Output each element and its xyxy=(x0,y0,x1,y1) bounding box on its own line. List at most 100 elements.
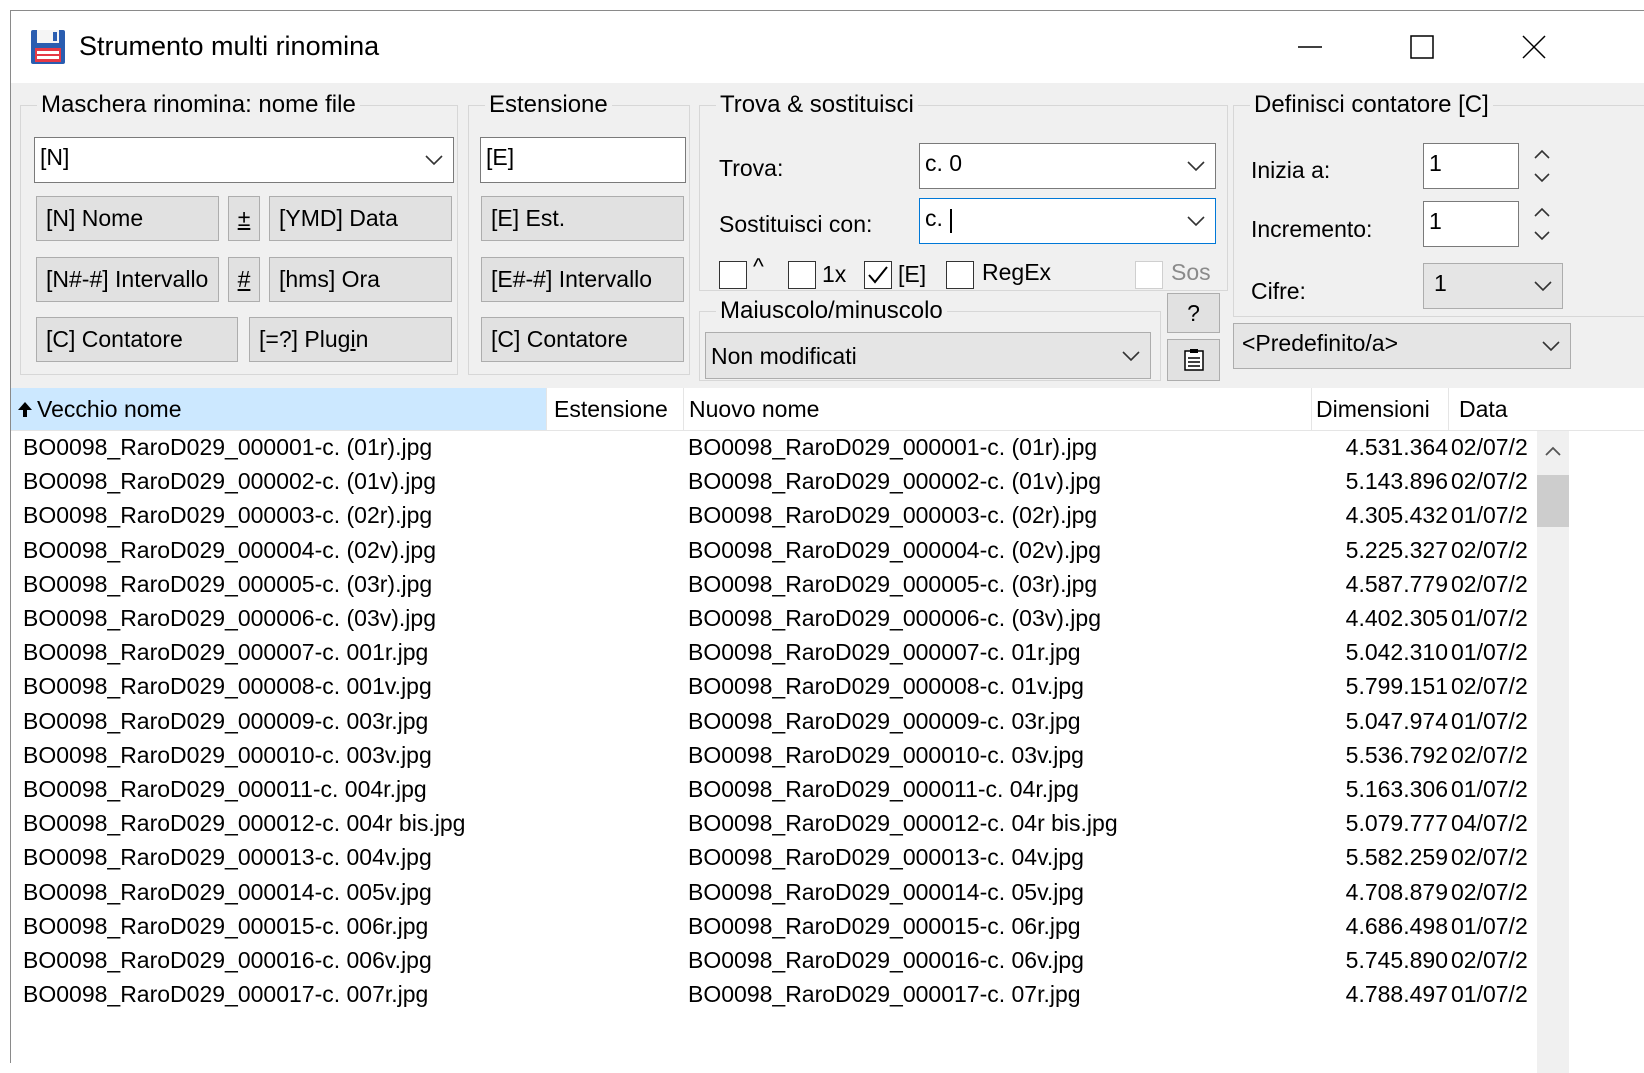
counter-step-spinner[interactable] xyxy=(1529,203,1555,245)
table-row[interactable]: BO0098_RaroD029_000004-c. (02v).jpg BO009… xyxy=(11,534,1537,568)
mask-group-legend: Maschera rinomina: nome file xyxy=(37,91,360,119)
old-name-cell: BO0098_RaroD029_000008-c. 001v.jpg xyxy=(23,673,432,700)
old-name-cell: BO0098_RaroD029_000011-c. 004r.jpg xyxy=(23,776,427,802)
plusminus-label: ± xyxy=(237,205,251,231)
mask-combo[interactable]: [N] xyxy=(34,137,454,183)
close-button[interactable] xyxy=(1478,11,1590,83)
help-button[interactable]: ? xyxy=(1167,293,1220,333)
option-ext-checkbox[interactable] xyxy=(864,261,892,289)
replace-label: Sostituisci con: xyxy=(719,211,873,237)
plusminus-button[interactable]: ± xyxy=(228,196,260,241)
old-name-cell: BO0098_RaroD029_000012-c. 004r bis.jpg xyxy=(23,810,466,837)
hash-button[interactable]: # xyxy=(228,257,260,302)
find-label: Trova: xyxy=(719,155,784,181)
counter-group-legend: Definisci contatore [C] xyxy=(1250,91,1493,119)
column-date[interactable]: Data xyxy=(1449,388,1644,430)
column-extension[interactable]: Estensione xyxy=(547,388,683,430)
table-row[interactable]: BO0098_RaroD029_000016-c. 006v.jpg BO0098… xyxy=(11,944,1537,978)
chevron-down-icon xyxy=(1534,281,1552,292)
vertical-scrollbar[interactable] xyxy=(1537,431,1569,1073)
scroll-up-arrow-icon[interactable] xyxy=(1537,431,1569,471)
floppy-disk-icon xyxy=(31,30,65,64)
table-row[interactable]: BO0098_RaroD029_000001-c. (01r).jpg BO009… xyxy=(11,431,1537,465)
find-combo[interactable]: c. 0 xyxy=(919,143,1216,189)
column-size[interactable]: Dimensioni xyxy=(1312,388,1448,430)
counter-digits-value: 1 xyxy=(1434,270,1447,296)
replace-combo[interactable]: c. xyxy=(919,198,1216,244)
file-list-header: Vecchio nome Estensione Nuovo nome Dimen… xyxy=(11,388,1644,431)
maximize-button[interactable] xyxy=(1366,11,1478,83)
size-cell: 4.708.879 xyxy=(1345,878,1448,905)
option-once-checkbox[interactable] xyxy=(788,261,816,289)
table-row[interactable]: BO0098_RaroD029_000007-c. 001r.jpg BO0098… xyxy=(11,636,1537,670)
size-cell: 4.788.497 xyxy=(1345,981,1448,1008)
table-row[interactable]: BO0098_RaroD029_000013-c. 004v.jpg BO0098… xyxy=(11,841,1537,875)
chevron-down-icon xyxy=(1542,341,1560,352)
plugin-label-a: [=?] Plug xyxy=(259,326,351,352)
table-row[interactable]: BO0098_RaroD029_000005-c. (03r).jpg BO009… xyxy=(11,568,1537,602)
find-value: c. 0 xyxy=(925,150,963,176)
table-row[interactable]: BO0098_RaroD029_000009-c. 003r.jpg BO0098… xyxy=(11,705,1537,739)
size-cell: 4.531.364 xyxy=(1345,434,1448,460)
counter-button[interactable]: [C] Contatore xyxy=(36,317,238,362)
extension-input[interactable]: [E] xyxy=(480,137,686,183)
new-name-cell: BO0098_RaroD029_000007-c. 01r.jpg xyxy=(688,639,1081,666)
table-row[interactable]: BO0098_RaroD029_000014-c. 005v.jpg BO0098… xyxy=(11,876,1537,910)
size-cell: 5.536.792 xyxy=(1345,741,1448,768)
extension-group-legend: Estensione xyxy=(485,91,612,119)
counter-start-input[interactable]: 1 xyxy=(1423,143,1519,189)
case-combo[interactable]: Non modificati xyxy=(705,332,1151,379)
table-row[interactable]: BO0098_RaroD029_000006-c. (03v).jpg BO009… xyxy=(11,602,1537,636)
minimize-button[interactable] xyxy=(1254,11,1366,83)
scrollbar-thumb[interactable] xyxy=(1537,475,1569,527)
option-caret-checkbox[interactable] xyxy=(719,261,747,289)
counter-digits-label: Cifre: xyxy=(1251,278,1306,304)
old-name-cell: BO0098_RaroD029_000002-c. (01v).jpg xyxy=(23,468,436,495)
option-subst-checkbox[interactable] xyxy=(1135,261,1163,289)
old-name-cell: BO0098_RaroD029_000003-c. (02r).jpg xyxy=(23,502,433,529)
date-cell: 02/07/2 xyxy=(1451,570,1528,597)
chevron-down-icon xyxy=(1187,216,1205,227)
new-name-cell: BO0098_RaroD029_000009-c. 03r.jpg xyxy=(688,707,1081,734)
new-name-cell: BO0098_RaroD029_000011-c. 04r.jpg xyxy=(688,776,1079,802)
counter-preset-value: <Predefinito/a> xyxy=(1242,330,1399,356)
clipboard-button[interactable] xyxy=(1167,339,1220,381)
table-row[interactable]: BO0098_RaroD029_000003-c. (02r).jpg BO009… xyxy=(11,499,1537,533)
date-cell: 01/07/2 xyxy=(1451,981,1528,1008)
counter-preset-combo[interactable]: <Predefinito/a> xyxy=(1233,323,1571,369)
table-row[interactable]: BO0098_RaroD029_000002-c. (01v).jpg BO009… xyxy=(11,465,1537,499)
plugin-button[interactable]: [=?] Plug i n xyxy=(249,317,452,362)
old-name-cell: BO0098_RaroD029_000015-c. 006r.jpg xyxy=(23,912,429,939)
old-name-cell: BO0098_RaroD029_000006-c. (03v).jpg xyxy=(23,605,436,631)
date-cell: 02/07/2 xyxy=(1451,844,1528,871)
multi-rename-window: Strumento multi rinomina Maschera rinomi… xyxy=(10,10,1644,1073)
table-row[interactable]: BO0098_RaroD029_000012-c. 004r bis.jpg BO… xyxy=(11,807,1537,841)
option-regex-checkbox[interactable] xyxy=(946,261,974,289)
table-row[interactable]: BO0098_RaroD029_000008-c. 001v.jpg BO0098… xyxy=(11,670,1537,704)
ext-interval-button[interactable]: [E#-#] Intervallo xyxy=(481,257,684,302)
name-button[interactable]: [N] Nome xyxy=(36,196,219,241)
column-old-name-label: Vecchio nome xyxy=(37,395,182,422)
ext-button[interactable]: [E] Est. xyxy=(481,196,684,241)
option-once-label: 1x xyxy=(822,261,847,287)
date-button[interactable]: [YMD] Data xyxy=(269,196,452,241)
column-old-name[interactable]: Vecchio nome xyxy=(11,388,546,430)
table-row[interactable]: BO0098_RaroD029_000017-c. 007r.jpg BO0098… xyxy=(11,978,1537,1012)
time-button[interactable]: [hms] Ora xyxy=(269,257,452,302)
date-cell: 02/07/2 xyxy=(1451,468,1528,495)
new-name-cell: BO0098_RaroD029_000017-c. 07r.jpg xyxy=(688,981,1081,1008)
counter-start-spinner[interactable] xyxy=(1529,145,1555,187)
table-row[interactable]: BO0098_RaroD029_000011-c. 004r.jpg BO0098… xyxy=(11,773,1537,807)
counter-digits-combo[interactable]: 1 xyxy=(1423,263,1563,309)
date-cell: 01/07/2 xyxy=(1451,502,1528,529)
column-new-name[interactable]: Nuovo nome xyxy=(684,388,1311,430)
plugin-label-c: n xyxy=(355,326,369,352)
table-row[interactable]: BO0098_RaroD029_000015-c. 006r.jpg BO0098… xyxy=(11,910,1537,944)
table-row[interactable]: BO0098_RaroD029_000010-c. 003v.jpg BO0098… xyxy=(11,739,1537,773)
old-name-cell: BO0098_RaroD029_000014-c. 005v.jpg xyxy=(23,878,432,905)
size-cell: 4.402.305 xyxy=(1345,605,1448,631)
size-cell: 5.745.890 xyxy=(1345,947,1448,973)
ext-counter-button[interactable]: [C] Contatore xyxy=(481,317,684,362)
counter-step-input[interactable]: 1 xyxy=(1423,201,1519,247)
interval-button[interactable]: [N#-#] Intervallo xyxy=(36,257,219,302)
